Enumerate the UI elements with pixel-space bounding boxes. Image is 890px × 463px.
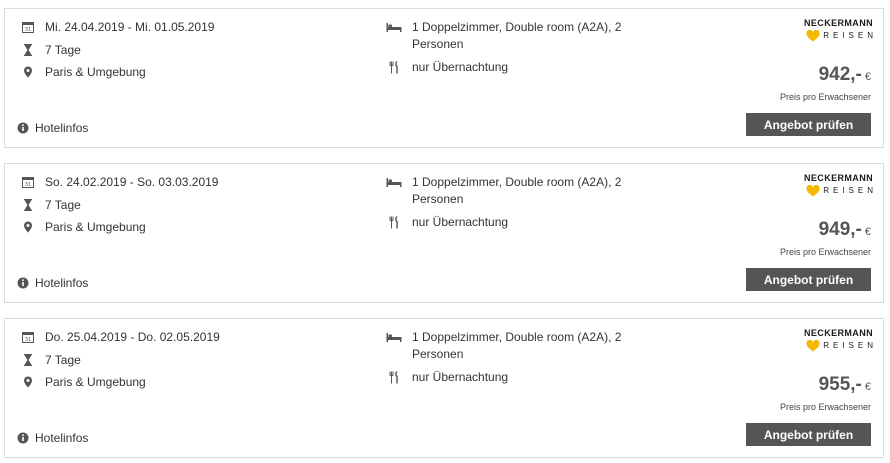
travel-dates: So. 24.02.2019 - So. 03.03.2019 — [45, 175, 219, 189]
hourglass-icon — [21, 198, 35, 212]
board-row: nur Übernachtung — [386, 369, 508, 385]
hotelinfo-link[interactable]: Hotelinfos — [17, 276, 88, 290]
board-type: nur Übernachtung — [412, 370, 509, 384]
map-pin-icon — [21, 375, 35, 389]
check-offer-button[interactable]: Angebot prüfen — [746, 423, 871, 446]
hotelinfo-label: Hotelinfos — [35, 276, 89, 290]
calendar-icon: 31 — [21, 330, 35, 344]
hotelinfo-link[interactable]: Hotelinfos — [17, 431, 88, 445]
board-type: nur Übernachtung — [412, 215, 509, 229]
offer-card: 31 So. 24.02.2019 - So. 03.03.2019 7 Tag… — [4, 163, 884, 303]
duration-row: 7 Tage — [21, 42, 81, 58]
info-icon — [17, 432, 29, 444]
brand-name-bottom: REISEN — [823, 186, 877, 195]
map-pin-icon — [21, 220, 35, 234]
check-offer-button[interactable]: Angebot prüfen — [746, 113, 871, 136]
hotelinfo-label: Hotelinfos — [35, 121, 89, 135]
travel-dates: Mi. 24.04.2019 - Mi. 01.05.2019 — [45, 20, 215, 34]
brand-name-bottom: REISEN — [823, 31, 877, 40]
price-value: 942,- — [818, 64, 862, 85]
location-row: Paris & Umgebung — [21, 219, 146, 235]
svg-text:31: 31 — [25, 182, 31, 188]
bed-icon — [386, 20, 402, 34]
info-icon — [17, 122, 29, 134]
room-row: 1 Doppelzimmer, Double room (A2A), 2 Per… — [386, 329, 646, 363]
hourglass-icon — [21, 43, 35, 57]
duration: 7 Tage — [45, 43, 81, 57]
cutlery-icon — [386, 60, 402, 74]
price-note: Preis pro Erwachsener — [779, 402, 871, 412]
brand-name-bottom: REISEN — [823, 341, 877, 350]
price-currency: € — [864, 226, 871, 238]
brand-logo: NECKERMANN REISEN — [797, 18, 873, 42]
bed-icon — [386, 175, 402, 189]
location: Paris & Umgebung — [45, 375, 146, 389]
brand-logo: NECKERMANN REISEN — [797, 328, 873, 352]
map-pin-icon — [21, 65, 35, 79]
board-row: nur Übernachtung — [386, 59, 508, 75]
duration: 7 Tage — [45, 353, 81, 367]
heart-icon — [806, 185, 820, 197]
price-value: 949,- — [818, 219, 862, 240]
cutlery-icon — [386, 215, 402, 229]
hourglass-icon — [21, 353, 35, 367]
heart-icon — [806, 340, 820, 352]
svg-text:31: 31 — [25, 337, 31, 343]
date-row: 31 So. 24.02.2019 - So. 03.03.2019 — [21, 174, 218, 190]
price: 949,- € — [819, 219, 871, 241]
heart-icon — [806, 30, 820, 42]
location-row: Paris & Umgebung — [21, 374, 146, 390]
room-description: 1 Doppelzimmer, Double room (A2A), 2 Per… — [412, 175, 622, 206]
board-row: nur Übernachtung — [386, 214, 508, 230]
date-row: 31 Do. 25.04.2019 - Do. 02.05.2019 — [21, 329, 220, 345]
duration-row: 7 Tage — [21, 197, 81, 213]
room-row: 1 Doppelzimmer, Double room (A2A), 2 Per… — [386, 19, 646, 53]
travel-dates: Do. 25.04.2019 - Do. 02.05.2019 — [45, 330, 220, 344]
brand-logo: NECKERMANN REISEN — [797, 173, 873, 197]
location-row: Paris & Umgebung — [21, 64, 146, 80]
info-icon — [17, 277, 29, 289]
location: Paris & Umgebung — [45, 65, 146, 79]
room-description: 1 Doppelzimmer, Double room (A2A), 2 Per… — [412, 20, 622, 51]
price-currency: € — [864, 381, 871, 393]
room-description: 1 Doppelzimmer, Double room (A2A), 2 Per… — [412, 330, 622, 361]
board-type: nur Übernachtung — [412, 60, 509, 74]
hotelinfo-link[interactable]: Hotelinfos — [17, 121, 88, 135]
bed-icon — [386, 330, 402, 344]
offer-card: 31 Mi. 24.04.2019 - Mi. 01.05.2019 7 Tag… — [4, 8, 884, 148]
location: Paris & Umgebung — [45, 220, 146, 234]
brand-name-top: NECKERMANN — [804, 18, 873, 28]
duration-row: 7 Tage — [21, 352, 81, 368]
check-offer-button[interactable]: Angebot prüfen — [746, 268, 871, 291]
cutlery-icon — [386, 370, 402, 384]
date-row: 31 Mi. 24.04.2019 - Mi. 01.05.2019 — [21, 19, 214, 35]
calendar-icon: 31 — [21, 175, 35, 189]
brand-name-top: NECKERMANN — [804, 173, 873, 183]
price: 942,- € — [819, 64, 871, 86]
price-currency: € — [864, 71, 871, 83]
svg-text:31: 31 — [25, 27, 31, 33]
hotelinfo-label: Hotelinfos — [35, 431, 89, 445]
offer-card: 31 Do. 25.04.2019 - Do. 02.05.2019 7 Tag… — [4, 318, 884, 458]
price-value: 955,- — [818, 374, 862, 395]
duration: 7 Tage — [45, 198, 81, 212]
price-note: Preis pro Erwachsener — [779, 92, 871, 102]
calendar-icon: 31 — [21, 20, 35, 34]
price-note: Preis pro Erwachsener — [779, 247, 871, 257]
room-row: 1 Doppelzimmer, Double room (A2A), 2 Per… — [386, 174, 646, 208]
brand-name-top: NECKERMANN — [804, 328, 873, 338]
price: 955,- € — [819, 374, 871, 396]
